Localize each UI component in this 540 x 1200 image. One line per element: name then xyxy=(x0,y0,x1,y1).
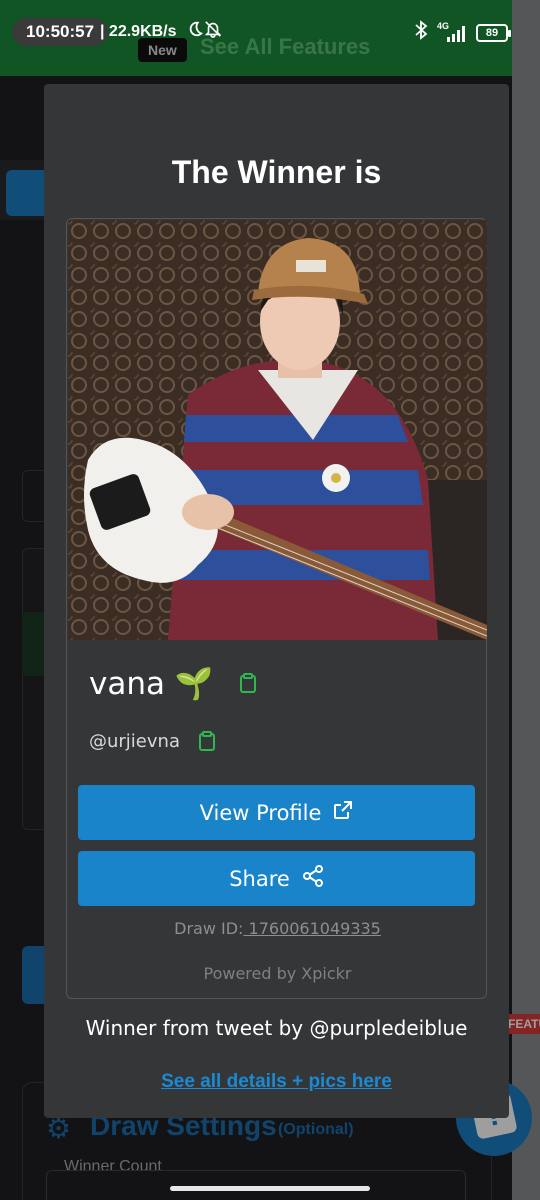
battery-icon: 89 xyxy=(476,24,511,42)
powered-by: Powered by Xpickr xyxy=(203,964,352,983)
tweet-source: Winner from tweet by @purpledeiblue xyxy=(85,1016,468,1040)
external-link-icon xyxy=(333,800,353,825)
bluetooth-icon xyxy=(414,20,428,45)
winner-name-row: vana 🌱 xyxy=(89,663,259,703)
winner-display-name: vana 🌱 xyxy=(89,665,214,702)
status-time: 10:50:57 xyxy=(26,22,95,41)
view-profile-button[interactable]: View Profile xyxy=(78,785,475,840)
winner-profile-photo xyxy=(68,220,487,640)
winner-modal: The Winner is vana 🌱 @urjievna View Prof… xyxy=(44,84,509,1118)
clipboard-icon[interactable] xyxy=(237,672,259,694)
winner-handle-row: @urjievna xyxy=(89,727,218,755)
draw-id: Draw ID: 1760061049335 xyxy=(67,919,488,938)
share-icon xyxy=(302,865,324,892)
home-indicator[interactable] xyxy=(170,1186,370,1191)
signal-icon xyxy=(447,24,469,42)
modal-title: The Winner is xyxy=(171,154,382,190)
see-details-link[interactable]: See all details + pics here xyxy=(44,1071,509,1093)
draw-id-label: Draw ID: xyxy=(174,919,244,938)
view-profile-label: View Profile xyxy=(199,800,322,825)
moon-icon xyxy=(186,20,204,43)
bell-off-icon xyxy=(204,20,222,43)
share-label: Share xyxy=(229,866,290,891)
clipboard-icon[interactable] xyxy=(196,730,218,752)
winner-card: vana 🌱 @urjievna View Profile Share Draw… xyxy=(66,218,487,999)
draw-id-value[interactable]: 1760061049335 xyxy=(243,919,381,938)
network-speed: | 22.9KB/s xyxy=(100,23,177,40)
winner-handle: @urjievna xyxy=(89,730,180,752)
share-button[interactable]: Share xyxy=(78,851,475,906)
status-bar: 10:50:57 | 22.9KB/s 4G 89 xyxy=(0,0,540,66)
